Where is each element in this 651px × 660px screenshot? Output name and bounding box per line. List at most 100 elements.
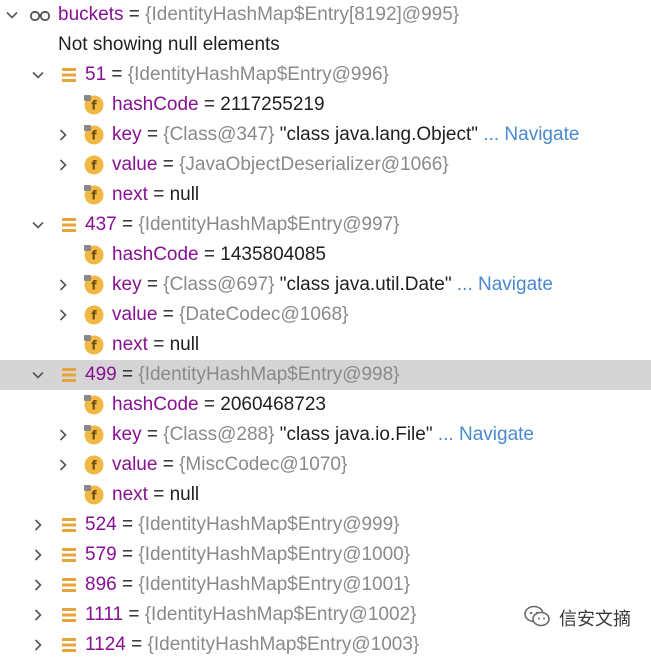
equals-sign: = [141,124,164,145]
field-string-value: "class java.util.Date" [279,274,452,295]
chevron-right-icon[interactable] [30,630,46,660]
tree-node-field[interactable]: f key = {Class@347} "class java.lang.Obje… [0,120,651,150]
chevron-right-icon[interactable] [55,150,71,180]
field-object-ref: {Class@347} [163,124,275,145]
array-element-icon [58,634,80,656]
tree-node-field[interactable]: f value = {JavaObjectDeserializer@1066} [0,150,651,180]
equals-sign: = [116,214,139,235]
row-text: 1111 = {IdentityHashMap$Entry@1002} [85,600,416,630]
tree-node-entry[interactable]: 1124 = {IdentityHashMap$Entry@1003} [0,630,651,660]
tree-node-field[interactable]: f hashCode = 2060468723 [0,390,651,420]
field-value: null [169,484,200,505]
chevron-right-icon[interactable] [55,270,71,300]
row-text: buckets = {IdentityHashMap$Entry[8192]@9… [58,0,459,30]
field-object-ref: {DateCodec@1068} [179,304,349,325]
chevron-down-icon[interactable] [4,0,20,30]
tree-node-field[interactable]: f next = null [0,330,651,360]
row-text: 579 = {IdentityHashMap$Entry@1000} [85,540,410,570]
field-icon: f [83,244,105,266]
equals-sign: = [116,514,139,535]
null-elements-notice: Not showing null elements [0,30,651,60]
tree-node-field[interactable]: f key = {Class@288} "class java.io.File" … [0,420,651,450]
tree-node-field[interactable]: f next = null [0,180,651,210]
chevron-right-icon[interactable] [55,300,71,330]
field-icon: f [83,304,105,326]
field-name: value [112,304,158,325]
row-text: value = {MiscCodec@1070} [112,450,347,480]
tree-node-field[interactable]: f next = null [0,480,651,510]
tree-node-field[interactable]: f hashCode = 2117255219 [0,90,651,120]
chevron-right-icon[interactable] [55,450,71,480]
array-element-icon [58,514,80,536]
equals-sign: = [141,274,164,295]
field-name: next [112,334,148,355]
tree-node-entry[interactable]: 579 = {IdentityHashMap$Entry@1000} [0,540,651,570]
chevron-down-icon[interactable] [30,360,46,390]
equals-sign: = [141,424,164,445]
chevron-right-icon[interactable] [55,120,71,150]
entry-value: {IdentityHashMap$Entry@997} [138,214,400,235]
tree-node-field[interactable]: f value = {MiscCodec@1070} [0,450,651,480]
field-value: 2060468723 [220,394,326,415]
tree-node-entry[interactable]: 51 = {IdentityHashMap$Entry@996} [0,60,651,90]
tree-node-field[interactable]: f hashCode = 1435804085 [0,240,651,270]
equals-sign: = [157,154,180,175]
entry-value: {IdentityHashMap$Entry@1000} [138,544,411,565]
field-name: hashCode [112,94,199,115]
equals-sign: = [198,244,221,265]
entry-index: 524 [85,514,117,535]
array-element-icon [58,544,80,566]
navigate-link[interactable]: ... Navigate [483,124,579,145]
chevron-down-icon[interactable] [30,210,46,240]
array-element-icon [58,364,80,386]
tree-node-entry[interactable]: 524 = {IdentityHashMap$Entry@999} [0,510,651,540]
field-icon: f [83,484,105,506]
chevron-right-icon[interactable] [30,570,46,600]
field-string-value: "class java.io.File" [279,424,433,445]
row-text: 524 = {IdentityHashMap$Entry@999} [85,510,400,540]
equals-sign: = [147,184,170,205]
equals-sign: = [198,94,221,115]
entry-value: {IdentityHashMap$Entry@1003} [147,634,420,655]
field-icon: f [83,274,105,296]
entry-index: 1111 [85,604,124,625]
tree-node-entry[interactable]: 896 = {IdentityHashMap$Entry@1001} [0,570,651,600]
field-name: next [112,184,148,205]
chevron-right-icon[interactable] [55,420,71,450]
entry-value: {IdentityHashMap$Entry@999} [138,514,400,535]
chevron-right-icon[interactable] [30,510,46,540]
watermark-text: 信安文摘 [559,609,631,629]
field-icon: f [83,394,105,416]
chevron-right-icon[interactable] [30,540,46,570]
field-name: value [112,154,158,175]
entry-index: 51 [85,64,107,85]
svg-text:f: f [91,459,97,473]
row-text: 896 = {IdentityHashMap$Entry@1001} [85,570,410,600]
chevron-down-icon[interactable] [30,60,46,90]
tree-node-field[interactable]: f value = {DateCodec@1068} [0,300,651,330]
navigate-link[interactable]: ... Navigate [457,274,553,295]
row-text: 437 = {IdentityHashMap$Entry@997} [85,210,400,240]
field-icon: f [83,334,105,356]
equals-sign: = [116,544,139,565]
svg-text:f: f [91,429,97,443]
tree-node-buckets[interactable]: buckets = {IdentityHashMap$Entry[8192]@9… [0,0,651,30]
chevron-right-icon[interactable] [30,600,46,630]
entry-value: {IdentityHashMap$Entry@1001} [138,574,411,595]
field-name: key [112,274,142,295]
entry-value: {IdentityHashMap$Entry@998} [138,364,400,385]
equals-sign: = [125,634,148,655]
field-icon: f [83,454,105,476]
entry-index: 896 [85,574,117,595]
tree-node-entry[interactable]: 499 = {IdentityHashMap$Entry@998} [0,360,651,390]
equals-sign: = [106,64,128,85]
navigate-link[interactable]: ... Navigate [438,424,534,445]
notice-text: Not showing null elements [58,34,280,55]
tree-node-field[interactable]: f key = {Class@697} "class java.util.Date… [0,270,651,300]
field-object-ref: {MiscCodec@1070} [179,454,348,475]
row-text: 499 = {IdentityHashMap$Entry@998} [85,360,400,390]
entry-value: {IdentityHashMap$Entry@996} [127,64,389,85]
entry-value: {IdentityHashMap$Entry@1002} [144,604,417,625]
field-icon: f [83,94,105,116]
tree-node-entry[interactable]: 437 = {IdentityHashMap$Entry@997} [0,210,651,240]
